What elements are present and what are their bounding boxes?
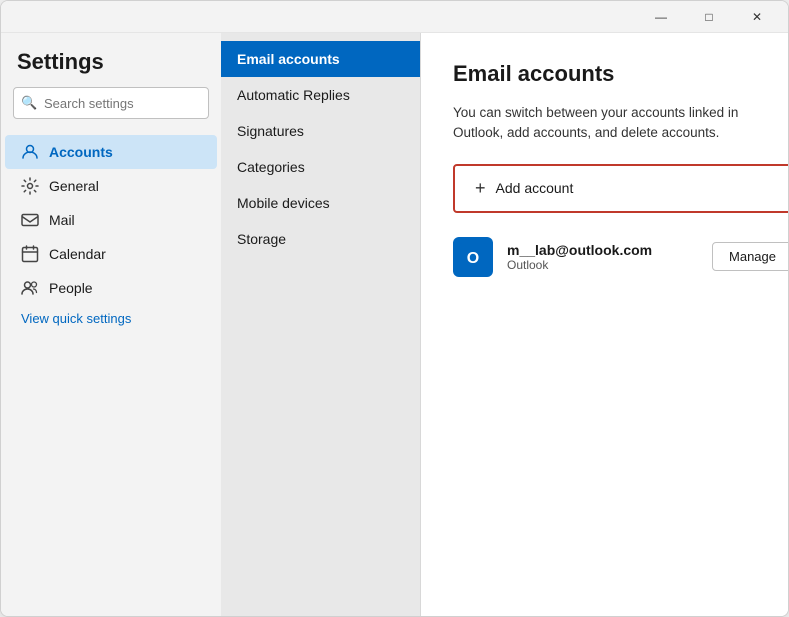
sidebar-item-accounts-label: Accounts bbox=[49, 144, 113, 160]
main-layout: Settings 🔍 Accounts bbox=[1, 33, 788, 616]
people-icon bbox=[21, 279, 39, 297]
mid-nav: Email accounts Automatic Replies Signatu… bbox=[221, 33, 421, 616]
accounts-icon bbox=[21, 143, 39, 161]
window-controls: — □ ✕ bbox=[638, 3, 780, 31]
content-description: You can switch between your accounts lin… bbox=[453, 103, 756, 144]
close-button[interactable]: ✕ bbox=[734, 3, 780, 31]
mid-nav-signatures[interactable]: Signatures bbox=[221, 113, 420, 149]
outlook-logo-icon: O bbox=[459, 243, 487, 271]
sidebar-title: Settings bbox=[1, 49, 221, 87]
mid-nav-email-accounts[interactable]: Email accounts bbox=[221, 41, 420, 77]
account-item: O m__lab@outlook.com Outlook Manage bbox=[453, 237, 788, 277]
settings-window: — □ ✕ Settings 🔍 Accounts bbox=[0, 0, 789, 617]
sidebar-item-calendar-label: Calendar bbox=[49, 246, 106, 262]
title-bar: — □ ✕ bbox=[1, 1, 788, 33]
account-logo: O bbox=[453, 237, 493, 277]
sidebar-item-people[interactable]: People bbox=[5, 271, 217, 305]
mid-nav-storage[interactable]: Storage bbox=[221, 221, 420, 257]
svg-text:O: O bbox=[467, 250, 479, 267]
sidebar: Settings 🔍 Accounts bbox=[1, 33, 221, 616]
content-area: Email accounts You can switch between yo… bbox=[421, 33, 788, 616]
manage-button[interactable]: Manage bbox=[712, 242, 788, 271]
sidebar-item-accounts[interactable]: Accounts bbox=[5, 135, 217, 169]
plus-icon: + bbox=[475, 178, 486, 199]
sidebar-item-people-label: People bbox=[49, 280, 93, 296]
calendar-icon bbox=[21, 245, 39, 263]
maximize-button[interactable]: □ bbox=[686, 3, 732, 31]
view-quick-settings-link[interactable]: View quick settings bbox=[5, 305, 217, 332]
sidebar-item-general[interactable]: General bbox=[5, 169, 217, 203]
minimize-button[interactable]: — bbox=[638, 3, 684, 31]
gear-icon bbox=[21, 177, 39, 195]
mail-icon bbox=[21, 211, 39, 229]
page-title: Email accounts bbox=[453, 61, 756, 87]
search-input[interactable] bbox=[13, 87, 209, 119]
account-info: m__lab@outlook.com Outlook bbox=[507, 242, 698, 272]
sidebar-item-mail-label: Mail bbox=[49, 212, 75, 228]
add-account-label: Add account bbox=[496, 180, 574, 196]
add-account-button[interactable]: + Add account bbox=[453, 164, 788, 213]
mid-nav-automatic-replies[interactable]: Automatic Replies bbox=[221, 77, 420, 113]
search-box[interactable]: 🔍 bbox=[13, 87, 209, 119]
account-email: m__lab@outlook.com bbox=[507, 242, 698, 258]
sidebar-item-general-label: General bbox=[49, 178, 99, 194]
sidebar-item-calendar[interactable]: Calendar bbox=[5, 237, 217, 271]
search-icon: 🔍 bbox=[21, 95, 37, 111]
mid-nav-mobile-devices[interactable]: Mobile devices bbox=[221, 185, 420, 221]
account-type: Outlook bbox=[507, 258, 698, 272]
sidebar-item-mail[interactable]: Mail bbox=[5, 203, 217, 237]
mid-nav-categories[interactable]: Categories bbox=[221, 149, 420, 185]
